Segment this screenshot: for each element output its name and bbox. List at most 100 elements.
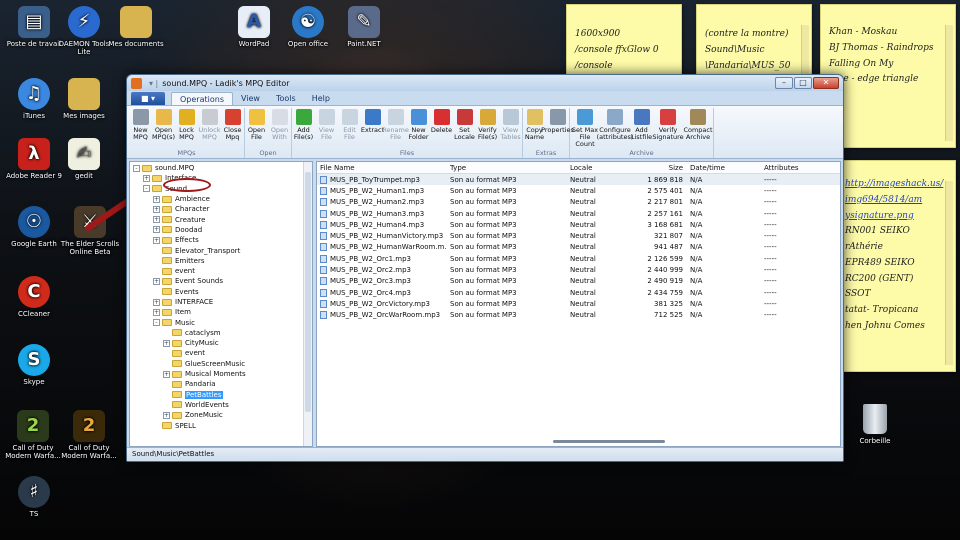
rename-file-button[interactable]: Rename File bbox=[382, 108, 409, 148]
note-link[interactable]: ysignature.png bbox=[845, 209, 947, 225]
file-list[interactable]: File Name Type Locale Size Date/time Attribut… bbox=[316, 161, 841, 447]
tree-item[interactable]: + Musical Moments bbox=[130, 369, 312, 379]
desktop-icon-ccleaner[interactable]: C CCleaner bbox=[2, 276, 66, 318]
note-link[interactable]: http://imageshack.us/ bbox=[845, 177, 947, 193]
tree-item[interactable]: - sound.MPQ bbox=[130, 163, 312, 173]
expand-icon[interactable]: + bbox=[153, 277, 160, 285]
table-row[interactable]: MUS_PB_W2_Orc2.mp3 Son au format MP3 Neutr… bbox=[317, 264, 840, 275]
tree-item[interactable]: + Ambience bbox=[130, 194, 312, 204]
tree-item[interactable]: WorldEvents bbox=[130, 400, 312, 410]
unlock-mpq-button[interactable]: Unlock MPQ bbox=[198, 108, 221, 148]
verify-file-s-button[interactable]: Verify File(s) bbox=[476, 108, 499, 148]
table-row[interactable]: MUS_PB_W2_Human4.mp3 Son au format MP3 Neu… bbox=[317, 219, 840, 230]
tab-view[interactable]: View bbox=[233, 92, 268, 105]
expand-icon[interactable]: + bbox=[153, 308, 160, 316]
collapse-icon[interactable]: - bbox=[133, 164, 140, 172]
column-header[interactable]: Locale bbox=[567, 164, 631, 172]
lock-mpq-button[interactable]: Lock MPQ bbox=[175, 108, 198, 148]
delete-button[interactable]: Delete bbox=[430, 108, 453, 148]
desktop-icon-documents[interactable]: Mes documents bbox=[104, 6, 168, 48]
new-mpq-button[interactable]: New MPQ bbox=[129, 108, 152, 148]
tree-item[interactable]: + CityMusic bbox=[130, 338, 312, 348]
column-header[interactable]: Type bbox=[447, 164, 567, 172]
expand-icon[interactable]: + bbox=[153, 195, 160, 203]
desktop-icon-paintnet[interactable]: ✎ Paint.NET bbox=[332, 6, 396, 48]
quick-access-dropdown-icon[interactable]: ▾ | bbox=[149, 79, 158, 88]
sticky-note-4[interactable]: http://imageshack.us/ img694/5814/am ysi… bbox=[836, 160, 956, 372]
expand-icon[interactable]: + bbox=[153, 236, 160, 244]
tree-item[interactable]: + Character bbox=[130, 204, 312, 214]
table-row[interactable]: MUS_PB_W2_OrcWarRoom.mp3 Son au format MP… bbox=[317, 310, 840, 321]
sticky-note-2[interactable]: (contre la montre) Sound\Music \Pandaria… bbox=[696, 4, 812, 84]
desktop-icon-images[interactable]: Mes images bbox=[52, 78, 116, 120]
desktop-icon-skype[interactable]: S Skype bbox=[2, 344, 66, 386]
tree-item[interactable]: + Doodad bbox=[130, 225, 312, 235]
collapse-icon[interactable]: - bbox=[153, 319, 160, 327]
compact-archive-button[interactable]: Compact Archive bbox=[683, 108, 713, 148]
folder-tree[interactable]: - sound.MPQ + Interface - Sound + Ambience + Char… bbox=[129, 161, 313, 447]
tree-item[interactable]: cataclysm bbox=[130, 328, 312, 338]
view-tables-button[interactable]: View Tables bbox=[499, 108, 522, 148]
open-mpq-s-button[interactable]: Open MPQ(s) bbox=[152, 108, 175, 148]
tree-item[interactable]: PetBattles bbox=[130, 390, 312, 400]
properties-button[interactable]: Properties bbox=[541, 108, 574, 148]
new-folder-button[interactable]: New Folder bbox=[407, 108, 430, 148]
expand-icon[interactable]: + bbox=[163, 370, 170, 378]
tree-item[interactable]: + Creature bbox=[130, 214, 312, 224]
desktop-icon-gedit[interactable]: ✍ gedit bbox=[52, 138, 116, 180]
expand-icon[interactable]: + bbox=[163, 411, 170, 419]
note-link[interactable]: img694/5814/am bbox=[845, 193, 947, 209]
tab-tools[interactable]: Tools bbox=[268, 92, 304, 105]
mpq-editor-window[interactable]: ▾ | sound.MPQ - Ladik's MPQ Editor – □ ✕… bbox=[126, 74, 844, 462]
tree-item[interactable]: + Item bbox=[130, 307, 312, 317]
desktop-icon-openoffice[interactable]: ☯ Open office bbox=[276, 6, 340, 48]
table-row[interactable]: MUS_PB_W2_Human2.mp3 Son au format MP3 Neu… bbox=[317, 197, 840, 208]
add-file-s-button[interactable]: Add File(s) bbox=[292, 108, 315, 148]
tree-item[interactable]: + ZoneMusic bbox=[130, 410, 312, 420]
verify-signature-button[interactable]: Verify Signature bbox=[652, 108, 684, 148]
tree-item[interactable]: event bbox=[130, 348, 312, 358]
table-row[interactable]: MUS_PB_W2_HumanVictory.mp3 Son au format … bbox=[317, 230, 840, 241]
expand-icon[interactable]: + bbox=[153, 298, 160, 306]
maximize-button[interactable]: □ bbox=[794, 77, 812, 89]
open-file-button[interactable]: Open File bbox=[245, 108, 268, 148]
close-mpq-button[interactable]: Close Mpq bbox=[221, 108, 244, 148]
edit-file-button[interactable]: Edit File bbox=[338, 108, 361, 148]
tree-item[interactable]: Events bbox=[130, 287, 312, 297]
collapse-icon[interactable]: - bbox=[143, 185, 150, 193]
table-row[interactable]: MUS_PB_W2_Human3.mp3 Son au format MP3 Neu… bbox=[317, 208, 840, 219]
desktop-icon-call-of-duty-2[interactable]: 2 Call of Duty Modern Warfa... bbox=[56, 410, 122, 460]
tree-item[interactable]: GlueScreenMusic bbox=[130, 359, 312, 369]
tree-item[interactable]: + Event Sounds bbox=[130, 276, 312, 286]
open-with-button[interactable]: Open With bbox=[268, 108, 291, 148]
title-bar[interactable]: ▾ | sound.MPQ - Ladik's MPQ Editor bbox=[127, 75, 843, 91]
column-header[interactable]: File Name bbox=[317, 164, 447, 172]
tree-scrollbar[interactable] bbox=[303, 162, 312, 446]
tree-item[interactable]: - Sound bbox=[130, 184, 312, 194]
table-row[interactable]: MUS_PB_W2_HumanWarRoom.m... Son au format… bbox=[317, 242, 840, 253]
expand-icon[interactable]: + bbox=[143, 174, 150, 182]
tree-item[interactable]: Elevator_Transport bbox=[130, 245, 312, 255]
column-header[interactable]: Attributes bbox=[761, 164, 821, 172]
application-menu-button[interactable]: ■ ▾ bbox=[131, 92, 165, 105]
desktop-icon-teamspeak[interactable]: ♯ TS bbox=[2, 476, 66, 518]
configure-attributes-button[interactable]: Configure (attributes) bbox=[597, 108, 633, 148]
tree-item[interactable]: Pandaria bbox=[130, 379, 312, 389]
expand-icon[interactable]: + bbox=[153, 226, 160, 234]
tree-item[interactable]: + Interface bbox=[130, 173, 312, 183]
tab-help[interactable]: Help bbox=[304, 92, 338, 105]
set-max-file-count-button[interactable]: Set Max File Count bbox=[570, 108, 600, 148]
tree-item[interactable]: SPELL bbox=[130, 420, 312, 430]
table-row[interactable]: MUS_PB_W2_OrcVictory.mp3 Son au format MP… bbox=[317, 298, 840, 309]
tree-item[interactable]: Emitters bbox=[130, 256, 312, 266]
add-listfile-button[interactable]: Add Listfile bbox=[630, 108, 653, 148]
table-row[interactable]: MUS_PB_ToyTrumpet.mp3 Son au format MP3 Ne… bbox=[317, 174, 840, 186]
tree-item[interactable]: - Music bbox=[130, 317, 312, 327]
expand-icon[interactable]: + bbox=[163, 339, 170, 347]
minimize-button[interactable]: – bbox=[775, 77, 793, 89]
note-scrollbar[interactable] bbox=[801, 25, 809, 77]
column-header[interactable]: Date/time bbox=[687, 164, 761, 172]
tab-operations[interactable]: Operations bbox=[171, 92, 233, 105]
column-header[interactable]: Size bbox=[631, 164, 687, 172]
table-row[interactable]: MUS_PB_W2_Orc3.mp3 Son au format MP3 Neutr… bbox=[317, 276, 840, 287]
